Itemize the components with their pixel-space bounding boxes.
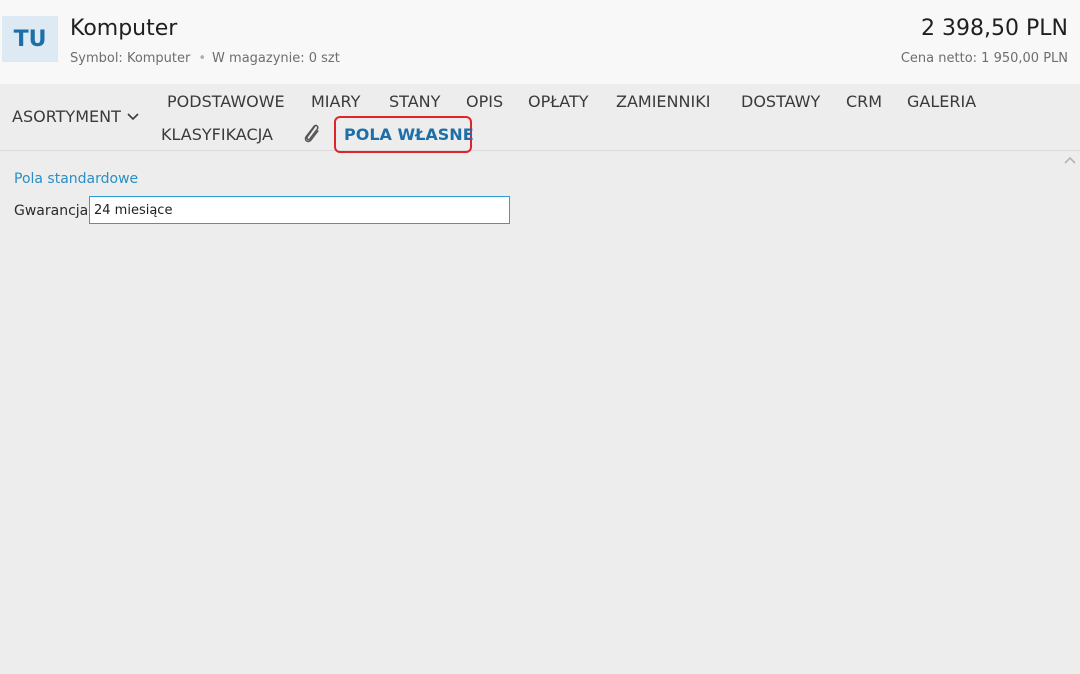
chevron-up-icon[interactable] (1064, 156, 1076, 164)
avatar: TU (2, 16, 58, 62)
separator-dot: • (198, 51, 207, 66)
tab-pola-wlasne[interactable]: POLA WŁASNE (344, 125, 474, 144)
assortment-menu-label: ASORTYMENT (12, 107, 121, 126)
warranty-input[interactable] (89, 196, 510, 224)
paperclip-icon[interactable] (300, 121, 322, 145)
tab-oplaty[interactable]: OPŁATY (528, 92, 588, 111)
tab-stany[interactable]: STANY (389, 92, 440, 111)
tab-dostawy[interactable]: DOSTAWY (741, 92, 820, 111)
net-price: Cena netto: 1 950,00 PLN (900, 51, 1068, 66)
product-symbol: Symbol: Komputer (70, 51, 191, 66)
page-title: Komputer (70, 16, 178, 41)
tab-galeria[interactable]: GALERIA (907, 92, 976, 111)
tab-miary[interactable]: MIARY (311, 92, 360, 111)
section-title: Pola standardowe (14, 171, 139, 187)
chevron-down-icon (127, 112, 139, 120)
product-subline: Symbol: Komputer • W magazynie: 0 szt (70, 51, 340, 66)
gross-price: 2 398,50 PLN (921, 16, 1068, 41)
assortment-menu-button[interactable]: ASORTYMENT (12, 107, 139, 126)
tab-klasyfikacja[interactable]: KLASYFIKACJA (161, 125, 273, 144)
stock-info: W magazynie: 0 szt (212, 51, 340, 66)
tab-opis[interactable]: OPIS (466, 92, 503, 111)
tab-podstawowe[interactable]: PODSTAWOWE (167, 92, 285, 111)
tab-zamienniki[interactable]: ZAMIENNIKI (616, 92, 710, 111)
warranty-label: Gwarancja: (14, 203, 93, 219)
product-header: TU Komputer Symbol: Komputer • W magazynie… (0, 0, 1080, 84)
tab-crm[interactable]: CRM (846, 92, 882, 111)
